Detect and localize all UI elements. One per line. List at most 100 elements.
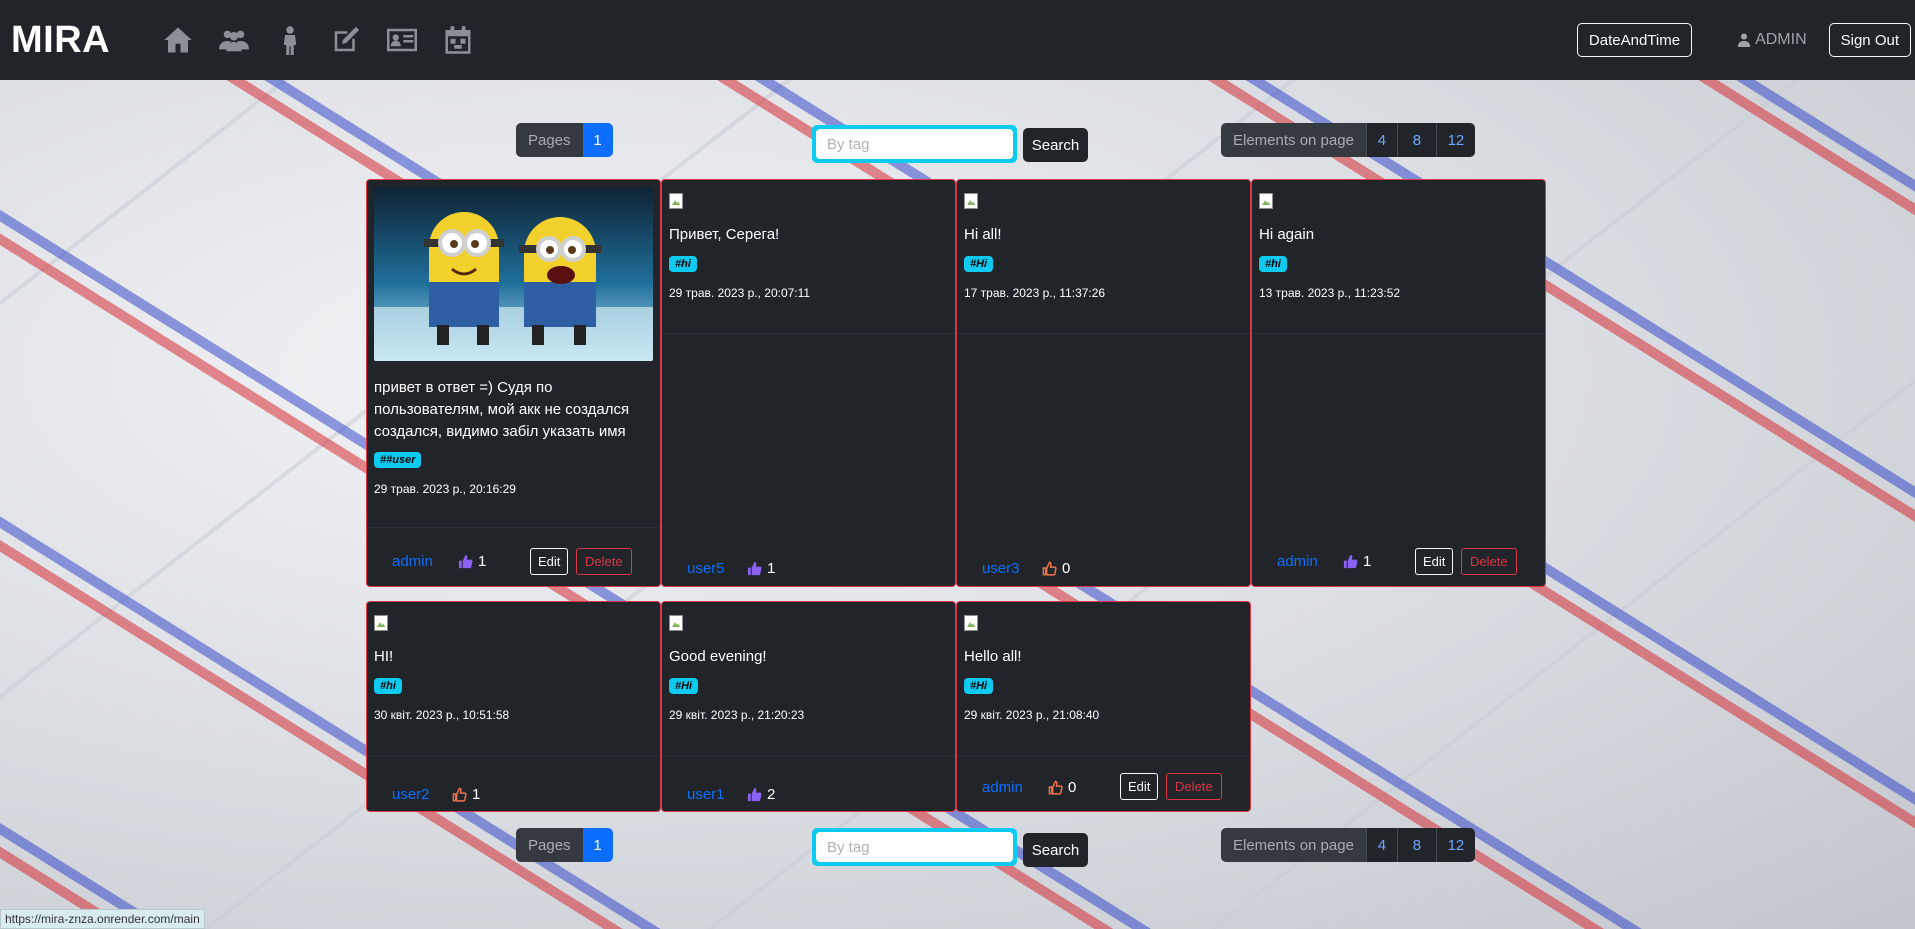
home-icon[interactable] xyxy=(150,20,206,60)
like-count: 1 xyxy=(478,553,487,570)
delete-button[interactable]: Delete xyxy=(1166,773,1222,800)
elements-per-page: Elements on page 4 8 12 xyxy=(1221,123,1475,157)
post-author[interactable]: user2 xyxy=(392,786,430,803)
post-tag[interactable]: #hi xyxy=(1259,256,1287,272)
tag-search-input[interactable] xyxy=(816,129,1013,159)
pages-label: Pages xyxy=(516,828,583,862)
pagination: Pages 1 xyxy=(516,828,613,862)
elements-per-page: Elements on page 4 8 12 xyxy=(1221,828,1475,862)
status-bar-url: https://mira-znza.onrender.com/main xyxy=(0,909,205,929)
like-button[interactable]: 1 xyxy=(1343,553,1371,570)
date-and-time-button[interactable]: DateAndTime xyxy=(1576,23,1693,57)
elements-option-12[interactable]: 12 xyxy=(1435,123,1475,157)
post-card: Hello all! #Hi 29 квіт. 2023 р., 21:08:4… xyxy=(956,601,1251,812)
edit-button[interactable]: Edit xyxy=(1415,548,1454,575)
broken-image-icon xyxy=(669,193,683,209)
post-tag[interactable]: ##user xyxy=(374,452,422,468)
elements-option-8[interactable]: 8 xyxy=(1396,123,1436,157)
broken-image-icon xyxy=(964,615,978,631)
post-card: Hi again #hi 13 трав. 2023 р., 11:23:52 … xyxy=(1251,179,1546,587)
post-date: 30 квіт. 2023 р., 10:51:58 xyxy=(374,708,510,722)
tag-search-input[interactable] xyxy=(816,832,1013,862)
card-divider xyxy=(957,755,1250,756)
page-button-1[interactable]: 1 xyxy=(582,123,613,157)
post-author[interactable]: user1 xyxy=(687,786,725,803)
thumbs-up-icon xyxy=(458,554,473,569)
thumbs-up-icon xyxy=(747,561,762,576)
pagination: Pages 1 xyxy=(516,123,613,157)
post-author[interactable]: admin xyxy=(392,553,433,570)
post-tag[interactable]: #Hi xyxy=(669,678,699,694)
post-image xyxy=(374,615,388,631)
post-date: 13 трав. 2023 р., 11:23:52 xyxy=(1259,286,1401,300)
post-image xyxy=(669,615,683,631)
post-text: Hi all! xyxy=(964,226,1002,243)
thumbs-down-icon xyxy=(452,787,467,802)
like-count: 0 xyxy=(1062,560,1071,577)
post-text: Good evening! xyxy=(669,648,767,665)
post-text: Hello all! xyxy=(964,648,1022,665)
navbar-right: DateAndTime ADMIN Sign Out xyxy=(1576,0,1915,80)
post-text: привет в ответ =) Судя по пользователям,… xyxy=(374,379,630,440)
edit-button[interactable]: Edit xyxy=(530,548,569,575)
like-button[interactable]: 2 xyxy=(747,786,775,803)
card-divider xyxy=(662,755,955,756)
sign-out-button[interactable]: Sign Out xyxy=(1828,23,1911,57)
card-divider xyxy=(662,333,955,334)
post-tag[interactable]: #Hi xyxy=(964,256,994,272)
post-author[interactable]: admin xyxy=(982,779,1023,796)
like-count: 1 xyxy=(472,786,481,803)
post-date: 29 квіт. 2023 р., 21:20:23 xyxy=(669,708,805,722)
delete-button[interactable]: Delete xyxy=(1461,548,1517,575)
post-tag[interactable]: #Hi xyxy=(964,678,994,694)
thumbs-down-icon xyxy=(1042,561,1057,576)
edit-icon[interactable] xyxy=(318,20,374,60)
person-icon[interactable] xyxy=(262,20,318,60)
post-card: Good evening! #Hi 29 квіт. 2023 р., 21:2… xyxy=(661,601,956,812)
post-image xyxy=(964,193,978,209)
post-tag[interactable]: #hi xyxy=(669,256,697,272)
post-author[interactable]: admin xyxy=(1277,553,1318,570)
id-card-icon[interactable] xyxy=(374,20,430,60)
delete-button[interactable]: Delete xyxy=(576,548,632,575)
page-button-1[interactable]: 1 xyxy=(582,828,613,862)
dislike-button[interactable]: 0 xyxy=(1042,560,1070,577)
calendar-icon[interactable] xyxy=(430,20,486,60)
post-tag[interactable]: #hi xyxy=(374,678,402,694)
current-user[interactable]: ADMIN xyxy=(1737,31,1807,49)
like-button[interactable]: 1 xyxy=(747,560,775,577)
broken-image-icon xyxy=(964,193,978,209)
post-card: HI! #hi 30 квіт. 2023 р., 10:51:58 user2… xyxy=(366,601,661,812)
elements-option-8[interactable]: 8 xyxy=(1396,828,1436,862)
post-date: 29 трав. 2023 р., 20:07:11 xyxy=(669,286,811,300)
post-text: HI! xyxy=(374,648,394,665)
elements-option-4[interactable]: 4 xyxy=(1365,123,1397,157)
pages-label: Pages xyxy=(516,123,583,157)
card-divider xyxy=(367,755,660,756)
brand-logo[interactable]: MIRA xyxy=(11,19,110,62)
post-card: Hi all! #Hi 17 трав. 2023 р., 11:37:26 u… xyxy=(956,179,1251,587)
nav-icons xyxy=(150,20,486,60)
users-icon[interactable] xyxy=(206,20,262,60)
like-button[interactable]: 1 xyxy=(458,553,486,570)
post-date: 17 трав. 2023 р., 11:37:26 xyxy=(964,286,1106,300)
card-divider xyxy=(367,527,660,528)
edit-button[interactable]: Edit xyxy=(1120,773,1159,800)
thumbs-up-icon xyxy=(1343,554,1358,569)
post-author[interactable]: user5 xyxy=(687,560,725,577)
post-text: Hi again xyxy=(1259,226,1315,243)
post-date: 29 трав. 2023 р., 20:16:29 xyxy=(374,482,516,496)
dislike-button[interactable]: 0 xyxy=(1048,779,1076,796)
elements-option-12[interactable]: 12 xyxy=(1435,828,1475,862)
elements-label: Elements on page xyxy=(1221,828,1366,862)
post-author[interactable]: user3 xyxy=(982,560,1020,577)
thumbs-up-icon xyxy=(747,787,762,802)
elements-option-4[interactable]: 4 xyxy=(1365,828,1397,862)
like-count: 2 xyxy=(767,786,776,803)
search-button[interactable]: Search xyxy=(1023,833,1088,867)
dislike-button[interactable]: 1 xyxy=(452,786,480,803)
search-button[interactable]: Search xyxy=(1023,128,1088,162)
post-date: 29 квіт. 2023 р., 21:08:40 xyxy=(964,708,1100,722)
search-box xyxy=(812,828,1017,866)
broken-image-icon xyxy=(669,615,683,631)
